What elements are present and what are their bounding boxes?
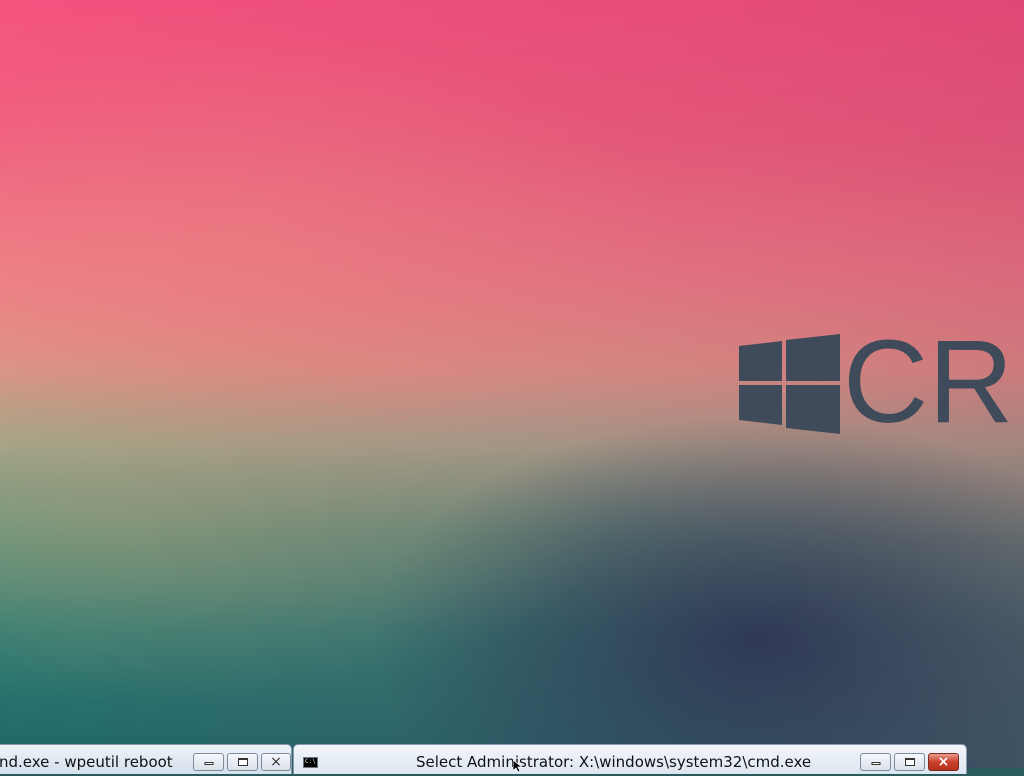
windows-logo-icon: CR: [739, 334, 1013, 434]
maximize-icon: [237, 758, 248, 766]
cmd-window-administrator[interactable]: C:\ Select Administrator: X:\windows\sys…: [293, 744, 967, 774]
close-icon: ×: [270, 754, 282, 770]
close-icon: ×: [937, 754, 950, 770]
cmd-icon-text: C:\: [305, 758, 316, 765]
cmd-window-wpeutil[interactable]: nd.exe - wpeutil reboot ×: [0, 744, 292, 774]
close-button[interactable]: ×: [928, 753, 959, 771]
wallpaper-logo: CR: [739, 334, 1024, 434]
close-button[interactable]: ×: [261, 753, 291, 771]
minimize-icon: [204, 762, 213, 765]
window-title: Select Administrator: X:\windows\system3…: [416, 753, 812, 771]
window-title: nd.exe - wpeutil reboot: [0, 753, 173, 771]
maximize-button[interactable]: [894, 753, 925, 771]
maximize-icon: [904, 758, 915, 766]
minimize-icon: [871, 762, 880, 765]
mouse-cursor-icon: [512, 757, 524, 773]
logo-text: CR: [843, 334, 1013, 434]
minimize-button[interactable]: [860, 753, 891, 771]
minimize-button[interactable]: [193, 753, 224, 771]
cmd-icon: C:\: [303, 757, 318, 768]
maximize-button[interactable]: [227, 753, 258, 771]
